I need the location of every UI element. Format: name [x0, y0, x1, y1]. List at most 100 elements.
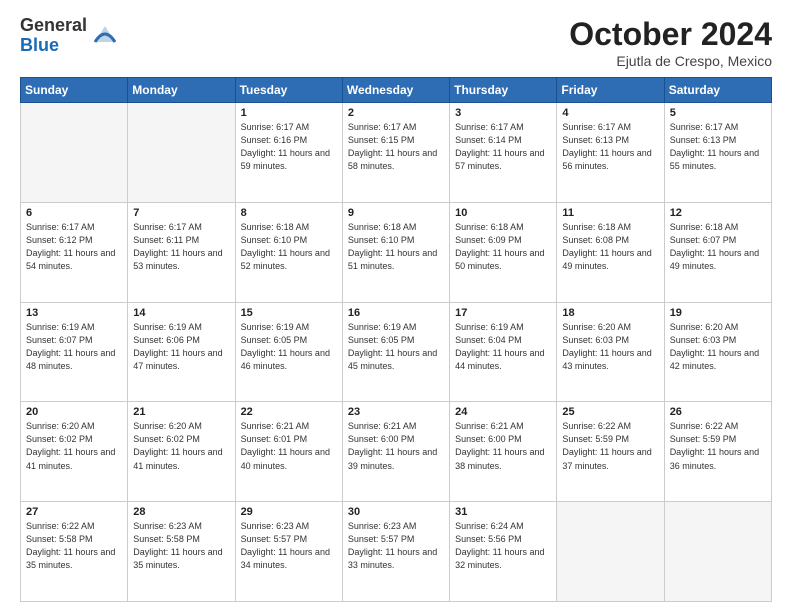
day-info: Sunrise: 6:19 AMSunset: 6:05 PMDaylight:… [241, 321, 337, 373]
weekday-header: Wednesday [342, 78, 449, 103]
calendar-cell: 24Sunrise: 6:21 AMSunset: 6:00 PMDayligh… [450, 402, 557, 502]
calendar-cell: 31 Sunrise: 6:24 AMSunset: 5:56 PMDayligh… [450, 502, 557, 602]
weekday-header: Monday [128, 78, 235, 103]
day-number: 6 [26, 207, 122, 219]
logo: General Blue [20, 16, 119, 56]
day-number: 9 [348, 207, 444, 219]
calendar-cell: 18Sunrise: 6:20 AMSunset: 6:03 PMDayligh… [557, 302, 664, 402]
calendar-cell: 26 Sunrise: 6:22 AMSunset: 5:59 PMDayligh… [664, 402, 771, 502]
calendar-cell: 27 Sunrise: 6:22 AMSunset: 5:58 PMDayligh… [21, 502, 128, 602]
day-info: Sunrise: 6:20 AMSunset: 6:02 PMDaylight:… [26, 420, 122, 472]
calendar-cell: 29 Sunrise: 6:23 AMSunset: 5:57 PMDayligh… [235, 502, 342, 602]
day-info: Sunrise: 6:17 AMSunset: 6:13 PMDaylight:… [562, 121, 658, 173]
day-info: Sunrise: 6:18 AMSunset: 6:07 PMDaylight:… [670, 221, 766, 273]
weekday-header: Friday [557, 78, 664, 103]
logo-general-text: General [20, 16, 87, 36]
calendar-cell: 25 Sunrise: 6:22 AMSunset: 5:59 PMDayligh… [557, 402, 664, 502]
day-info: Sunrise: 6:17 AMSunset: 6:13 PMDaylight:… [670, 121, 766, 173]
day-number: 19 [670, 307, 766, 319]
day-info: Sunrise: 6:19 AMSunset: 6:04 PMDaylight:… [455, 321, 551, 373]
day-number: 26 [670, 406, 766, 418]
day-info: Sunrise: 6:22 AMSunset: 5:59 PMDaylight:… [562, 420, 658, 472]
day-number: 27 [26, 506, 122, 518]
day-number: 15 [241, 307, 337, 319]
day-number: 24 [455, 406, 551, 418]
calendar-cell: 7 Sunrise: 6:17 AMSunset: 6:11 PMDaylight… [128, 202, 235, 302]
day-info: Sunrise: 6:24 AMSunset: 5:56 PMDaylight:… [455, 520, 551, 572]
day-info: Sunrise: 6:23 AMSunset: 5:57 PMDaylight:… [348, 520, 444, 572]
day-info: Sunrise: 6:18 AMSunset: 6:08 PMDaylight:… [562, 221, 658, 273]
calendar-cell [557, 502, 664, 602]
calendar-cell: 11 Sunrise: 6:18 AMSunset: 6:08 PMDayligh… [557, 202, 664, 302]
calendar-cell: 2 Sunrise: 6:17 AMSunset: 6:15 PMDaylight… [342, 103, 449, 203]
day-info: Sunrise: 6:19 AMSunset: 6:06 PMDaylight:… [133, 321, 229, 373]
calendar-cell: 9 Sunrise: 6:18 AMSunset: 6:10 PMDaylight… [342, 202, 449, 302]
month-title: October 2024 [569, 16, 772, 53]
day-info: Sunrise: 6:17 AMSunset: 6:16 PMDaylight:… [241, 121, 337, 173]
day-number: 29 [241, 506, 337, 518]
day-number: 28 [133, 506, 229, 518]
day-info: Sunrise: 6:18 AMSunset: 6:10 PMDaylight:… [241, 221, 337, 273]
day-info: Sunrise: 6:17 AMSunset: 6:12 PMDaylight:… [26, 221, 122, 273]
day-number: 22 [241, 406, 337, 418]
calendar-cell: 28 Sunrise: 6:23 AMSunset: 5:58 PMDayligh… [128, 502, 235, 602]
day-number: 25 [562, 406, 658, 418]
day-info: Sunrise: 6:21 AMSunset: 6:00 PMDaylight:… [348, 420, 444, 472]
day-number: 30 [348, 506, 444, 518]
calendar-cell: 3 Sunrise: 6:17 AMSunset: 6:14 PMDaylight… [450, 103, 557, 203]
calendar-week-row: 6 Sunrise: 6:17 AMSunset: 6:12 PMDaylight… [21, 202, 772, 302]
calendar-cell: 12 Sunrise: 6:18 AMSunset: 6:07 PMDayligh… [664, 202, 771, 302]
day-info: Sunrise: 6:19 AMSunset: 6:05 PMDaylight:… [348, 321, 444, 373]
header: General Blue October 2024 Ejutla de Cres… [20, 16, 772, 69]
day-number: 16 [348, 307, 444, 319]
calendar-cell: 20Sunrise: 6:20 AMSunset: 6:02 PMDayligh… [21, 402, 128, 502]
day-number: 10 [455, 207, 551, 219]
calendar-cell: 8Sunrise: 6:18 AMSunset: 6:10 PMDaylight… [235, 202, 342, 302]
calendar-cell [128, 103, 235, 203]
day-info: Sunrise: 6:23 AMSunset: 5:58 PMDaylight:… [133, 520, 229, 572]
day-info: Sunrise: 6:22 AMSunset: 5:59 PMDaylight:… [670, 420, 766, 472]
calendar-cell: 21 Sunrise: 6:20 AMSunset: 6:02 PMDayligh… [128, 402, 235, 502]
day-info: Sunrise: 6:20 AMSunset: 6:03 PMDaylight:… [562, 321, 658, 373]
calendar-header-row: SundayMondayTuesdayWednesdayThursdayFrid… [21, 78, 772, 103]
weekday-header: Saturday [664, 78, 771, 103]
day-number: 1 [241, 107, 337, 119]
calendar-week-row: 1 Sunrise: 6:17 AMSunset: 6:16 PMDaylight… [21, 103, 772, 203]
day-number: 23 [348, 406, 444, 418]
calendar-week-row: 27 Sunrise: 6:22 AMSunset: 5:58 PMDayligh… [21, 502, 772, 602]
calendar-cell: 14 Sunrise: 6:19 AMSunset: 6:06 PMDayligh… [128, 302, 235, 402]
day-number: 4 [562, 107, 658, 119]
day-number: 2 [348, 107, 444, 119]
day-number: 21 [133, 406, 229, 418]
day-info: Sunrise: 6:17 AMSunset: 6:15 PMDaylight:… [348, 121, 444, 173]
day-number: 14 [133, 307, 229, 319]
calendar-cell: 30 Sunrise: 6:23 AMSunset: 5:57 PMDayligh… [342, 502, 449, 602]
weekday-header: Thursday [450, 78, 557, 103]
calendar-cell: 1 Sunrise: 6:17 AMSunset: 6:16 PMDaylight… [235, 103, 342, 203]
weekday-header: Sunday [21, 78, 128, 103]
day-number: 7 [133, 207, 229, 219]
day-info: Sunrise: 6:20 AMSunset: 6:02 PMDaylight:… [133, 420, 229, 472]
calendar-cell: 22 Sunrise: 6:21 AMSunset: 6:01 PMDayligh… [235, 402, 342, 502]
calendar-cell [21, 103, 128, 203]
calendar-week-row: 20Sunrise: 6:20 AMSunset: 6:02 PMDayligh… [21, 402, 772, 502]
day-info: Sunrise: 6:18 AMSunset: 6:10 PMDaylight:… [348, 221, 444, 273]
calendar-cell: 4 Sunrise: 6:17 AMSunset: 6:13 PMDaylight… [557, 103, 664, 203]
day-number: 17 [455, 307, 551, 319]
day-number: 13 [26, 307, 122, 319]
day-number: 3 [455, 107, 551, 119]
day-info: Sunrise: 6:17 AMSunset: 6:11 PMDaylight:… [133, 221, 229, 273]
day-number: 11 [562, 207, 658, 219]
calendar-cell: 5Sunrise: 6:17 AMSunset: 6:13 PMDaylight… [664, 103, 771, 203]
calendar-cell: 6 Sunrise: 6:17 AMSunset: 6:12 PMDaylight… [21, 202, 128, 302]
day-info: Sunrise: 6:17 AMSunset: 6:14 PMDaylight:… [455, 121, 551, 173]
day-number: 31 [455, 506, 551, 518]
calendar-cell: 16 Sunrise: 6:19 AMSunset: 6:05 PMDayligh… [342, 302, 449, 402]
calendar-cell: 17 Sunrise: 6:19 AMSunset: 6:04 PMDayligh… [450, 302, 557, 402]
calendar-table: SundayMondayTuesdayWednesdayThursdayFrid… [20, 77, 772, 602]
day-number: 12 [670, 207, 766, 219]
day-info: Sunrise: 6:22 AMSunset: 5:58 PMDaylight:… [26, 520, 122, 572]
calendar-cell: 10Sunrise: 6:18 AMSunset: 6:09 PMDayligh… [450, 202, 557, 302]
day-info: Sunrise: 6:23 AMSunset: 5:57 PMDaylight:… [241, 520, 337, 572]
day-info: Sunrise: 6:21 AMSunset: 6:01 PMDaylight:… [241, 420, 337, 472]
